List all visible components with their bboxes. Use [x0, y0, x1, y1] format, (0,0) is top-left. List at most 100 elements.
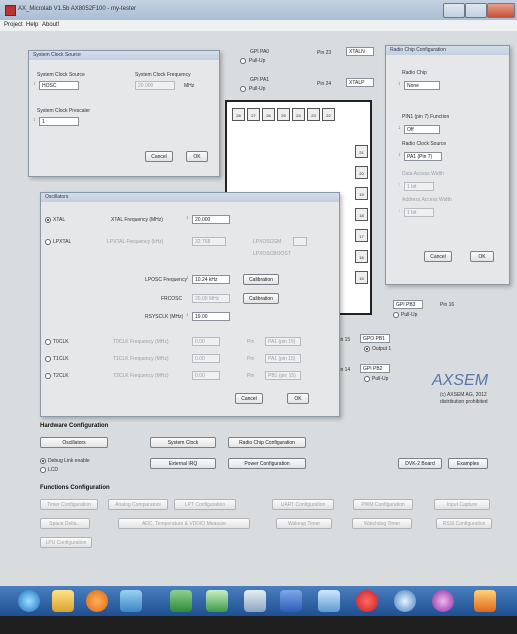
spinner-icon[interactable]: ↕	[398, 152, 401, 158]
lpu-config-button[interactable]: LPU Configuration	[40, 537, 92, 548]
axsem-copyright: (c) AXSEM AG, 2012	[440, 392, 487, 398]
system-clock-prescaler-field[interactable]: 1	[39, 117, 79, 126]
media-player-icon[interactable]	[86, 590, 108, 612]
start-orb-icon[interactable]	[18, 590, 40, 612]
lpxoscboost-label: LPXOSCBOOST	[253, 251, 291, 257]
oscillators-button[interactable]: Oscillators	[40, 437, 108, 448]
lpxtal-radio[interactable]	[45, 239, 51, 245]
external-irq-button[interactable]: External IRQ	[150, 458, 216, 469]
purple-app-icon[interactable]	[432, 590, 454, 612]
t0clk-radio[interactable]	[45, 339, 51, 345]
dvk2-board-button[interactable]: DVK-2 Board	[398, 458, 442, 469]
red-star-icon[interactable]	[356, 590, 378, 612]
t1clk-radio[interactable]	[45, 356, 51, 362]
wakeup-timer-button[interactable]: Wakeup Timer	[276, 518, 332, 529]
frcosc-field: 20.00 MHz	[192, 294, 230, 303]
input-capture-button[interactable]: Input Capture	[434, 499, 490, 510]
window-titlebar: AX_Microlab V1.5b AX8052F100 - my-tester	[0, 0, 517, 20]
chip-pin-27: 27	[247, 108, 260, 121]
close-button[interactable]	[487, 3, 515, 18]
power-config-button[interactable]: Power Configuration	[228, 458, 306, 469]
pin-pb2-pullup-radio[interactable]	[364, 376, 370, 382]
spinner-icon[interactable]: ↕	[33, 81, 36, 87]
network-icon[interactable]	[120, 590, 142, 612]
pin-24-number: Pin 24	[317, 81, 332, 87]
menu-project[interactable]: Project	[4, 22, 23, 28]
word-icon[interactable]	[280, 590, 302, 612]
space-delta-button[interactable]: Space Delta...	[40, 518, 90, 529]
lposc-calibration-button[interactable]: Calibration	[243, 274, 279, 285]
pin-pa0-pullup-label: Pull-Up	[249, 58, 266, 64]
analog-comparators-button[interactable]: Analog Comparators	[108, 499, 168, 510]
xtal-frequency-field[interactable]: 20.000	[192, 215, 230, 224]
minimize-button[interactable]	[443, 3, 465, 18]
lposc-frequency-field[interactable]: 10.24 kHz	[192, 275, 230, 284]
radio-chip-cancel-button[interactable]: Cancel	[424, 251, 452, 262]
spinner-icon[interactable]: ↕	[33, 117, 36, 123]
t0clk-pin-label: Pin	[247, 339, 255, 345]
system-clock-source-select[interactable]: HOSC	[39, 81, 79, 90]
radio-pin1-function-select[interactable]: Off	[404, 125, 440, 134]
system-clock-prescaler-label: System Clock Prescaler	[37, 108, 91, 114]
folder-icon[interactable]	[52, 590, 74, 612]
xtal-radio[interactable]	[45, 217, 51, 223]
axsem-logo: AXSEM	[432, 372, 489, 389]
menu-about[interactable]: About!	[42, 22, 59, 28]
pin-pa0-name: GPI PA0	[250, 49, 270, 55]
system-clock-button[interactable]: System Clock	[150, 437, 216, 448]
axsem-distribution-note: distribution prohibited	[440, 399, 488, 405]
t0clk-label: T0CLK	[53, 339, 69, 345]
app-green-icon[interactable]	[170, 590, 192, 612]
adc-temperature-button[interactable]: ADC, Temperature & VDDIO Measure	[118, 518, 250, 529]
debug-link-radio[interactable]	[40, 458, 46, 464]
pin-pb3-pullup-radio[interactable]	[393, 312, 399, 318]
oscillators-dialog: Oscillators XTAL XTAL Frequency (MHz) ↕ …	[40, 192, 340, 417]
spinner-icon[interactable]: ↕	[186, 312, 189, 318]
spinner-icon: ↕	[398, 182, 401, 188]
system-clock-ok-button[interactable]: OK	[186, 151, 208, 162]
radio-clock-source-select[interactable]: PA1 (Pin 7)	[404, 152, 442, 161]
spinner-icon[interactable]: ↕	[186, 215, 189, 221]
paint-icon[interactable]	[474, 590, 496, 612]
pin-pb3-field[interactable]: GPI PB3	[393, 300, 423, 309]
pin-pb1-field[interactable]: GPO PB1	[360, 334, 390, 343]
system-clock-cancel-button[interactable]: Cancel	[145, 151, 173, 162]
radio-chip-select[interactable]: None	[404, 81, 440, 90]
lpt-config-button[interactable]: LPT Configuration	[174, 499, 236, 510]
rssi-config-button[interactable]: RSSI Configuration	[436, 518, 492, 529]
watchdog-timer-button[interactable]: Watchdog Timer	[352, 518, 412, 529]
pin-pa1-pullup-radio[interactable]	[240, 86, 246, 92]
menu-help[interactable]: Help	[26, 22, 38, 28]
chip-pin-15: 15	[355, 271, 368, 284]
uart-config-button[interactable]: UART Configuration	[272, 499, 334, 510]
system-clock-dialog: System Clock Source System Clock Source …	[28, 50, 220, 177]
t2clk-radio[interactable]	[45, 373, 51, 379]
tool-icon[interactable]	[318, 590, 340, 612]
frcosc-calibration-button[interactable]: Calibration	[243, 293, 279, 304]
examples-button[interactable]: Examples	[448, 458, 488, 469]
pin-23-number: Pin 23	[317, 50, 332, 56]
functions-config-heading: Functions Configuration	[40, 485, 110, 491]
pin-23-xtaln: XTALN	[346, 47, 374, 56]
spinner-icon[interactable]: ↕	[398, 81, 401, 87]
rsysclk-field[interactable]: 19.00	[192, 312, 230, 321]
pin-pa0-pullup-radio[interactable]	[240, 58, 246, 64]
pin-pb1-output-radio[interactable]	[364, 346, 370, 352]
audio-icon[interactable]	[394, 590, 416, 612]
app-window-icon[interactable]	[244, 590, 266, 612]
lcd-radio[interactable]	[40, 467, 46, 473]
pwm-config-button[interactable]: PWM Configuration	[353, 499, 413, 510]
debug-link-label: Debug Link enable	[48, 458, 90, 464]
oscillators-cancel-button[interactable]: Cancel	[235, 393, 263, 404]
oscillators-ok-button[interactable]: OK	[287, 393, 309, 404]
maximize-button[interactable]	[465, 3, 487, 18]
app-arrow-icon[interactable]	[206, 590, 228, 612]
spinner-icon[interactable]: ↕	[186, 275, 189, 281]
radio-chip-ok-button[interactable]: OK	[470, 251, 494, 262]
radio-chip-config-button[interactable]: Radio Chip Configuration	[228, 437, 306, 448]
xtal-label: XTAL	[53, 217, 66, 223]
radio-clock-source-label: Radio Clock Source	[402, 141, 447, 147]
pin-pb2-field[interactable]: GPI PB2	[360, 364, 390, 373]
timer-config-button[interactable]: Timer Configuration	[40, 499, 98, 510]
spinner-icon[interactable]: ↕	[398, 125, 401, 131]
